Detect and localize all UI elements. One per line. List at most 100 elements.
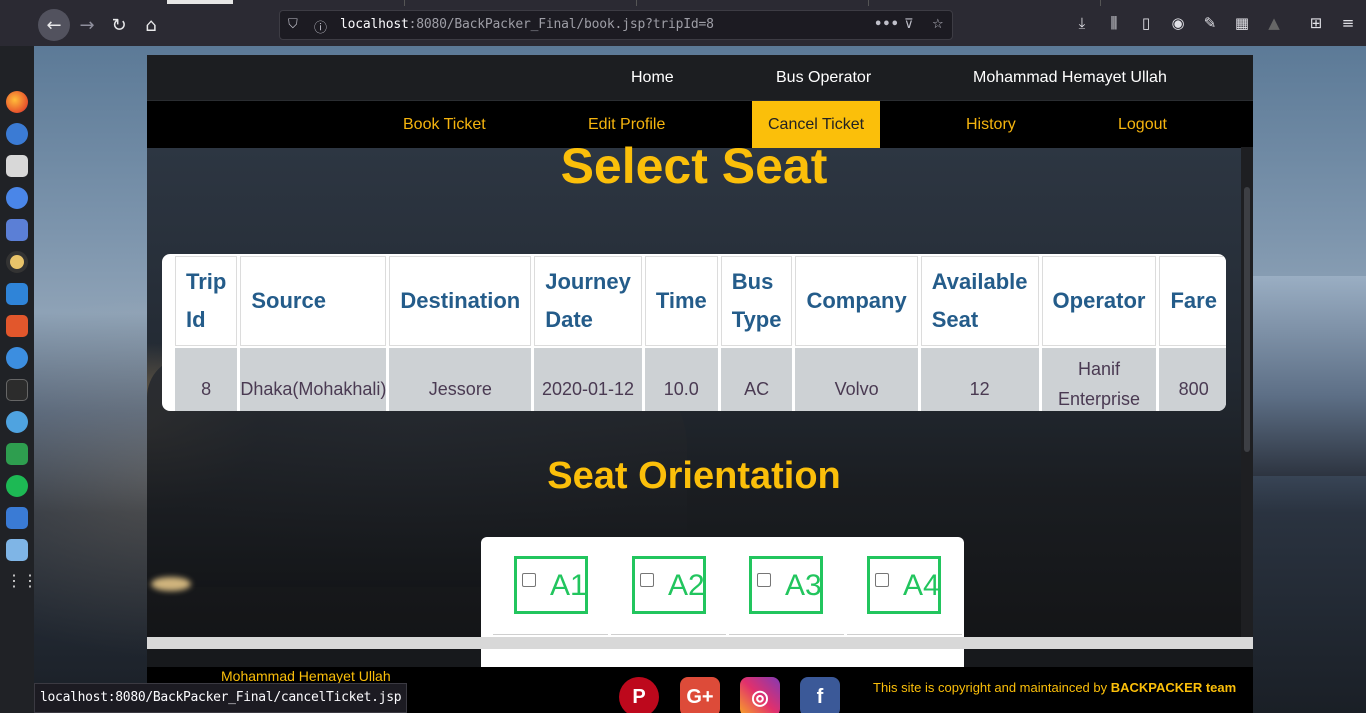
seat-map: A1 A2 A3 A4 [481, 537, 964, 677]
sidebar-icon[interactable]: ▯ [1136, 14, 1156, 32]
app-grid-icon[interactable]: ⋮⋮ [6, 571, 38, 593]
scrollbar-thumb[interactable] [1244, 187, 1250, 452]
th-journey-date: Journey Date [534, 256, 642, 346]
info-icon[interactable]: ⓘ [314, 17, 327, 36]
virtualbox-icon[interactable] [6, 539, 28, 561]
chromium-icon[interactable] [6, 187, 28, 209]
bookmark-star-icon[interactable]: ☆ [932, 17, 944, 32]
help-icon[interactable] [6, 347, 28, 369]
table-row: 8 Dhaka(Mohakhali) Jessore 2020-01-12 10… [175, 348, 1226, 411]
shield-icon[interactable]: ⛉ [288, 17, 298, 32]
nav-user-link[interactable]: Mohammad Hemayet Ullah [973, 69, 1167, 87]
pinterest-icon[interactable]: P [619, 677, 659, 713]
seat-a1[interactable]: A1 [514, 556, 588, 614]
cell-journey-date: 2020-01-12 [534, 348, 642, 411]
cell-bus-type: AC [720, 348, 793, 411]
rhythmbox-icon[interactable] [6, 251, 28, 273]
tab-separator [868, 0, 869, 6]
back-button[interactable]: ← [38, 9, 70, 41]
th-destination: Destination [389, 256, 532, 346]
cell-source: Dhaka(Mohakhali) [240, 348, 387, 411]
seat-label: A2 [668, 569, 705, 602]
active-tab-indicator[interactable] [167, 0, 233, 4]
page-container: Home Bus Operator Mohammad Hemayet Ullah… [147, 55, 1253, 713]
seat-checkbox[interactable] [875, 573, 889, 587]
screenshot-icon[interactable] [6, 219, 28, 241]
facebook-icon[interactable]: f [800, 677, 840, 713]
firefox-icon[interactable] [6, 91, 28, 113]
thunderbird-icon[interactable] [6, 123, 28, 145]
trip-table: Trip Id Source Destination Journey Date Ti… [172, 254, 1226, 411]
divider [729, 634, 844, 635]
page-actions-icon[interactable]: ••• [874, 17, 899, 32]
seat-a2[interactable]: A2 [632, 556, 706, 614]
forward-button[interactable]: → [71, 9, 103, 41]
th-available-seat: Available Seat [920, 256, 1039, 346]
cell-available-seat: 12 [920, 348, 1039, 411]
divider [611, 634, 726, 635]
extension-grid-icon[interactable]: ▦ [1232, 14, 1252, 32]
pycharm-icon[interactable] [6, 443, 28, 465]
team-name: BACKPACKER team [1110, 680, 1237, 695]
downloads-icon[interactable]: ⤓ [1072, 14, 1092, 32]
trip-info-card: Trip Id Source Destination Journey Date Ti… [162, 254, 1226, 411]
reload-button[interactable]: ↻ [103, 9, 135, 41]
seat-a4[interactable]: A4 [867, 556, 941, 614]
status-bar-link-preview: localhost:8080/BackPacker_Final/cancelTi… [34, 683, 408, 713]
tab-separator [636, 0, 637, 6]
cell-time: 10.0 [644, 348, 718, 411]
select-seat-heading: Select Seat [560, 138, 828, 194]
menu-icon[interactable]: ≡ [1338, 14, 1358, 32]
seat-checkbox[interactable] [757, 573, 771, 587]
trip-table-header: Trip Id Source Destination Journey Date Ti… [175, 256, 1226, 346]
url-text[interactable]: localhost:8080/BackPacker_Final/book.jsp… [340, 17, 714, 32]
seat-checkbox[interactable] [640, 573, 654, 587]
nav-bus-operator-link[interactable]: Bus Operator [776, 69, 871, 87]
software-center-icon[interactable] [6, 315, 28, 337]
cell-company: Volvo [795, 348, 918, 411]
chat-icon[interactable] [6, 411, 28, 433]
seat-label: A3 [785, 569, 822, 602]
vertical-scrollbar[interactable] [1241, 147, 1253, 637]
spotify-icon[interactable] [6, 475, 28, 497]
seat-orientation-heading: Seat Orientation [547, 455, 841, 497]
text-editor-icon[interactable] [6, 507, 28, 529]
extension-icon[interactable]: ✎ [1200, 14, 1220, 32]
account-icon[interactable]: ◉ [1168, 14, 1188, 32]
divider [493, 634, 608, 635]
pocket-icon[interactable]: ⊽ [904, 17, 914, 32]
url-bar[interactable]: ⛉ ⓘ localhost:8080/BackPacker_Final/book… [279, 10, 953, 40]
bus-headlight [151, 577, 191, 591]
files-icon[interactable] [6, 155, 28, 177]
top-navbar: Home Bus Operator Mohammad Hemayet Ullah [147, 55, 1253, 101]
th-bus-type: Bus Type [720, 256, 793, 346]
extension-disabled-icon[interactable]: ▲ [1264, 14, 1284, 32]
tab-separator [404, 0, 405, 6]
cell-fare: 800 [1159, 348, 1226, 411]
terminal-icon[interactable] [6, 379, 28, 401]
footer-user-name: Mohammad Hemayet Ullah [221, 668, 391, 684]
horizontal-scrollbar[interactable] [147, 637, 1253, 649]
writer-icon[interactable] [6, 283, 28, 305]
cell-trip-id: 8 [175, 348, 238, 411]
instagram-icon[interactable]: ◎ [740, 677, 780, 713]
extensions-icon[interactable]: ⊞ [1306, 14, 1326, 32]
th-fare: Fare [1159, 256, 1226, 346]
seat-checkbox[interactable] [522, 573, 536, 587]
background-scenery [1236, 276, 1366, 476]
th-company: Company [795, 256, 918, 346]
th-operator: Operator [1041, 256, 1157, 346]
seat-a3[interactable]: A3 [749, 556, 823, 614]
nav-home-link[interactable]: Home [631, 69, 674, 87]
seat-label: A1 [550, 569, 587, 602]
google-plus-icon[interactable]: G+ [680, 677, 720, 713]
browser-toolbar: ← → ↻ ⌂ ⛉ ⓘ localhost:8080/BackPacker_Fi… [0, 0, 1366, 46]
home-icon[interactable]: ⌂ [135, 9, 167, 41]
os-dock: ⋮⋮ [0, 46, 38, 713]
th-time: Time [644, 256, 718, 346]
library-icon[interactable]: ⫼ [1104, 14, 1124, 32]
cell-destination: Jessore [389, 348, 532, 411]
copyright-text: This site is copyright and maintainced b… [873, 680, 1237, 695]
seat-label: A4 [903, 569, 940, 602]
th-trip-id: Trip Id [175, 256, 238, 346]
